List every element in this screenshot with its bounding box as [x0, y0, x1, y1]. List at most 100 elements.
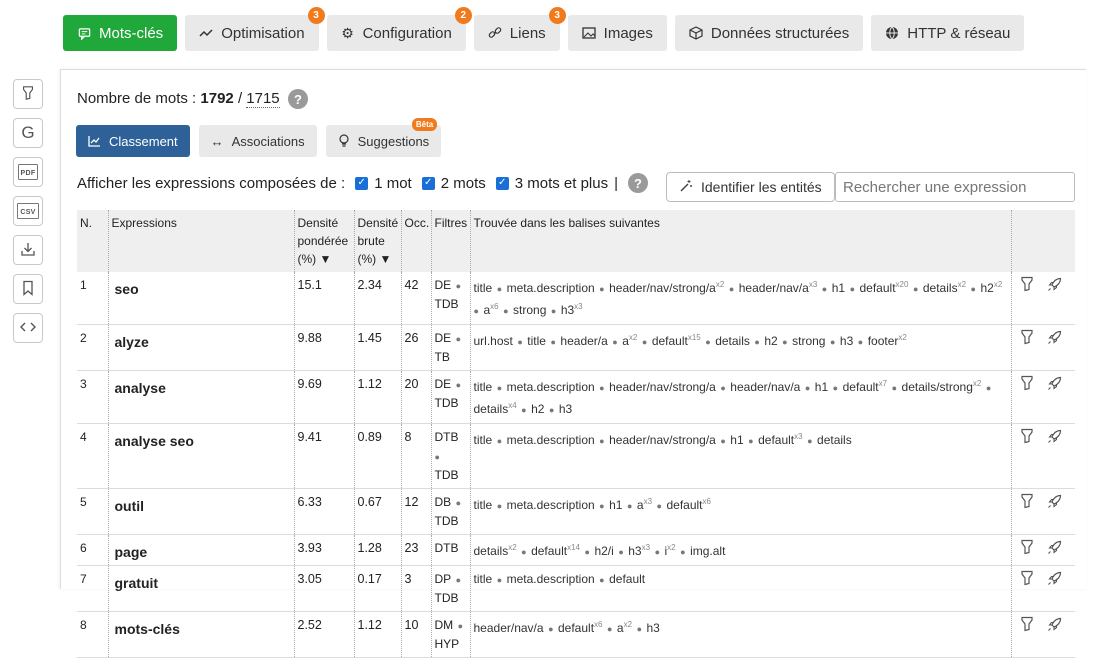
bullet: ●: [639, 337, 650, 347]
tags-cell: title ● meta.description ● header/nav/st…: [470, 272, 1012, 325]
bullet: ●: [827, 337, 838, 347]
filter-icon[interactable]: [1020, 616, 1037, 637]
bullet: ●: [604, 624, 615, 634]
image-icon: [582, 26, 596, 40]
help-icon[interactable]: ?: [628, 173, 649, 193]
bullet: ●: [455, 621, 464, 631]
expression[interactable]: gratuit: [108, 565, 295, 612]
expression[interactable]: analyse: [108, 370, 295, 424]
bullet: ●: [702, 337, 714, 347]
rocket-icon[interactable]: [1047, 330, 1063, 350]
filter-icon[interactable]: [1020, 276, 1037, 297]
filter-icon[interactable]: [1020, 570, 1037, 591]
expression[interactable]: analyse seo: [108, 423, 295, 489]
google-button[interactable]: G: [13, 118, 43, 148]
tag-multiplier: x3: [643, 497, 653, 506]
filter-code: DE: [434, 331, 452, 345]
tag-multiplier: x2: [508, 543, 517, 552]
tab-optimisation[interactable]: Optimisation 3: [185, 7, 325, 51]
rocket-icon[interactable]: [1047, 571, 1063, 591]
col-n[interactable]: N.: [77, 210, 109, 272]
help-icon[interactable]: ?: [288, 89, 308, 109]
bullet: ●: [779, 337, 791, 347]
col-expressions[interactable]: Expressions: [108, 210, 295, 272]
download-button[interactable]: [13, 235, 43, 265]
expression[interactable]: outil: [108, 488, 295, 535]
bullet: ●: [717, 436, 729, 446]
filter-icon[interactable]: [1020, 493, 1037, 514]
rocket-icon[interactable]: [1047, 277, 1063, 297]
row-number: 2: [77, 324, 109, 371]
rocket-icon[interactable]: [1047, 494, 1063, 514]
tab-configuration[interactable]: ⚙ Configuration 2: [326, 7, 472, 51]
bullet: ●: [855, 337, 866, 347]
expression[interactable]: alyze: [108, 324, 295, 371]
col-raw-density[interactable]: Densité brute (%) ▼: [354, 210, 402, 272]
col-tags[interactable]: Trouvée dans les balises suivantes: [470, 210, 1012, 272]
col-occ[interactable]: Occ.: [401, 210, 432, 272]
word-count: Nombre de mots : 1792 / 1715 ?: [77, 89, 308, 109]
filter-icon[interactable]: [1020, 428, 1037, 449]
tab-images[interactable]: Images: [567, 15, 667, 51]
link-icon: [488, 26, 502, 40]
identify-entities-button[interactable]: Identifier les entités: [666, 172, 835, 202]
filters-cell: DM ● HYP: [431, 611, 471, 658]
tag-name: a: [622, 334, 629, 348]
tags-cell: title ● meta.description ● header/nav/st…: [470, 370, 1012, 424]
table-row: 8 mots-clés 2.52 1.12 10 DM ● HYP header/nav/a …: [77, 611, 1075, 658]
rocket-icon[interactable]: [1047, 617, 1063, 637]
code-button[interactable]: [13, 313, 43, 343]
filter-option[interactable]: ✓ 2 mots: [421, 174, 486, 192]
filter-option[interactable]: ✓ 1 mot: [355, 175, 412, 192]
filter-icon[interactable]: [1020, 329, 1037, 350]
pdf-icon: PDF: [17, 164, 39, 180]
bullet: ●: [847, 284, 858, 294]
subtab-associations[interactable]: ↔ Associations: [198, 125, 317, 157]
col-filters[interactable]: Filtres: [431, 210, 471, 272]
count-badge: 3: [548, 7, 566, 24]
filter-code: DTB: [434, 430, 459, 444]
checkbox-checked-icon[interactable]: ✓: [421, 176, 435, 190]
rocket-icon[interactable]: [1047, 429, 1063, 449]
checkbox-checked-icon[interactable]: ✓: [355, 176, 369, 190]
tag-multiplier: x2: [623, 620, 633, 629]
expression[interactable]: page: [108, 534, 295, 566]
clear-button[interactable]: [13, 79, 43, 109]
filter-code: TDB: [434, 591, 459, 605]
arrows-icon: ↔: [210, 133, 224, 149]
tag-multiplier: x2: [957, 280, 967, 289]
subtab-suggestions[interactable]: Suggestions Bêta: [325, 118, 442, 157]
row-number: 8: [77, 611, 109, 658]
tab-label: Images: [603, 24, 653, 42]
tag-name: img.alt: [690, 544, 726, 558]
expression[interactable]: mots-clés: [108, 611, 295, 658]
tab-mots-clés[interactable]: Mots-clés: [63, 15, 178, 51]
bullet: ●: [494, 436, 505, 446]
tab-http-réseau[interactable]: HTTP & réseau: [871, 15, 1025, 51]
tag-multiplier: x2: [993, 280, 1003, 289]
tag-name: strong: [792, 334, 826, 348]
rocket-icon[interactable]: [1047, 376, 1063, 396]
tags-cell: detailsx2 ● defaultx14 ● h2/i ● h3x3 ● i…: [470, 534, 1012, 566]
expression[interactable]: seo: [108, 272, 295, 325]
filter-icon[interactable]: [1020, 375, 1037, 396]
filter-icon[interactable]: [1020, 539, 1037, 560]
checkbox-checked-icon[interactable]: ✓: [495, 176, 509, 190]
filter-option[interactable]: ✓ 3 mots et plus: [495, 175, 608, 192]
csv-button[interactable]: CSV: [13, 196, 43, 226]
bookmark-button[interactable]: [13, 274, 43, 304]
bullet: ●: [677, 547, 689, 557]
tab-données-structurées[interactable]: Données structurées: [674, 15, 864, 51]
cube-icon: [689, 26, 703, 40]
subtab-classement[interactable]: Classement: [76, 125, 190, 157]
filter-option-label: 2 mots: [440, 174, 486, 192]
pdf-button[interactable]: PDF: [13, 157, 43, 187]
tab-liens[interactable]: Liens 3: [473, 7, 566, 51]
col-weighted-density[interactable]: Densité pondérée (%) ▼: [294, 210, 355, 272]
filter-option-label: 1 mot: [374, 174, 412, 192]
bullet: ●: [889, 383, 900, 393]
expression-search-input[interactable]: [835, 172, 1075, 202]
tab-label: HTTP & réseau: [907, 24, 1011, 42]
magic-wand-icon: [679, 179, 693, 196]
rocket-icon[interactable]: [1047, 540, 1063, 560]
